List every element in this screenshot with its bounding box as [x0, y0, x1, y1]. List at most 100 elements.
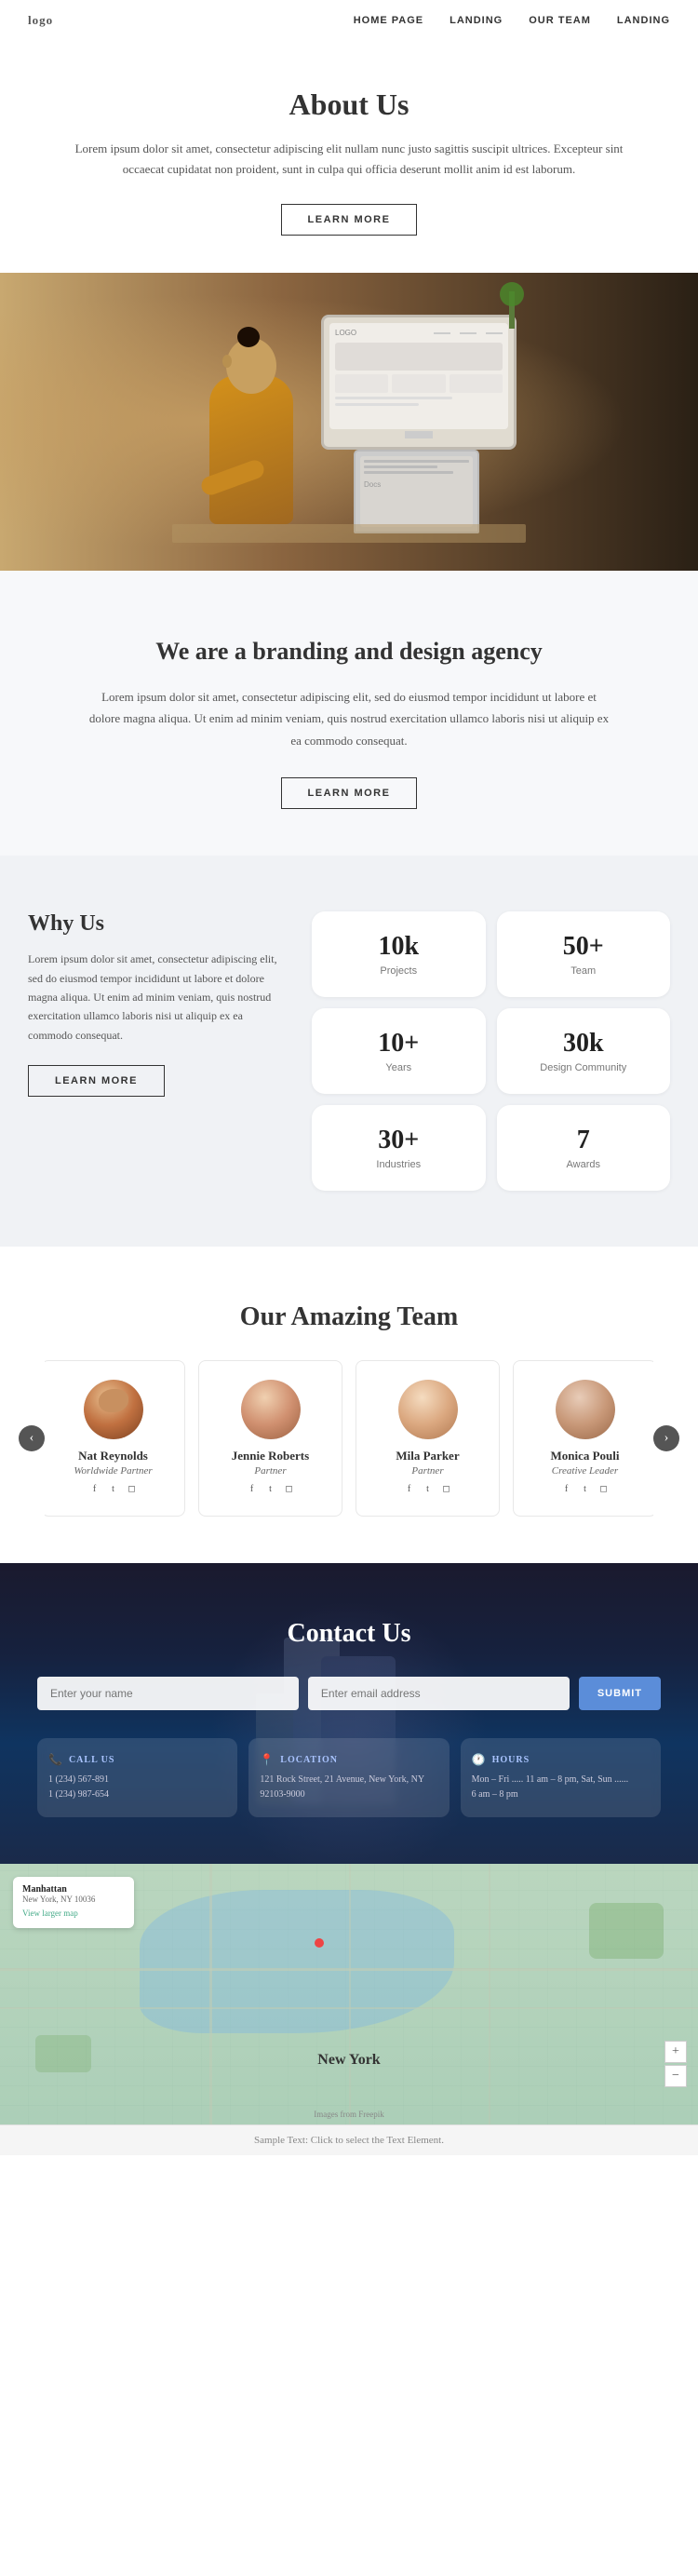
info-card-hours: 🕐 HOURS Mon – Fri ..... 11 am – 8 pm, Sa…: [461, 1738, 661, 1817]
contact-info-cards: 📞 CALL US 1 (234) 567-891 1 (234) 987-65…: [37, 1738, 661, 1817]
stat-awards-label: Awards: [516, 1159, 652, 1170]
team-name-nat: Nat Reynolds: [55, 1449, 171, 1463]
stat-projects-label: Projects: [330, 965, 467, 977]
stat-industries: 30+ Industries: [312, 1105, 486, 1191]
info-card-call-title: 📞 CALL US: [48, 1753, 226, 1767]
team-social-monica: f t ◻: [527, 1484, 643, 1497]
stat-projects: 10k Projects: [312, 911, 486, 997]
team-member-jennie: Jennie Roberts Partner f t ◻: [198, 1360, 342, 1517]
why-stats: 10k Projects 50+ Team 10+ Years 30k Desi…: [312, 911, 670, 1191]
instagram-icon-jennie[interactable]: ◻: [283, 1484, 296, 1497]
stat-community-label: Design Community: [516, 1062, 652, 1073]
team-cards: Nat Reynolds Worldwide Partner f t ◻ Jen…: [45, 1360, 653, 1517]
stat-team: 50+ Team: [497, 911, 671, 997]
map-location-title: Manhattan: [22, 1884, 125, 1895]
map-zoom-out[interactable]: −: [664, 2065, 687, 2087]
location-line1: 121 Rock Street, 21 Avenue, New York, NY: [260, 1773, 437, 1787]
twitter-icon-nat[interactable]: t: [107, 1484, 120, 1497]
team-carousel: ‹ Nat Reynolds Worldwide Partner f t ◻: [19, 1360, 679, 1517]
hours-line1: Mon – Fri ..... 11 am – 8 pm, Sat, Sun .…: [472, 1773, 650, 1787]
stat-community: 30k Design Community: [497, 1008, 671, 1094]
team-role-monica: Creative Leader: [527, 1465, 643, 1477]
team-role-jennie: Partner: [212, 1465, 329, 1477]
hero-image: LOGO: [0, 273, 698, 571]
about-description: Lorem ipsum dolor sit amet, consectetur …: [74, 139, 624, 180]
stat-years: 10+ Years: [312, 1008, 486, 1094]
sample-bar: Sample Text: Click to select the Text El…: [0, 2124, 698, 2155]
info-card-location-title: 📍 LOCATION: [260, 1753, 437, 1767]
twitter-icon-mila[interactable]: t: [422, 1484, 435, 1497]
location-line2: 92103-9000: [260, 1787, 437, 1802]
logo: logo: [28, 13, 53, 28]
facebook-icon-mila[interactable]: f: [403, 1484, 416, 1497]
team-name-mila: Mila Parker: [369, 1449, 486, 1463]
facebook-icon-nat[interactable]: f: [88, 1484, 101, 1497]
instagram-icon-mila[interactable]: ◻: [440, 1484, 453, 1497]
why-left: Why Us Lorem ipsum dolor sit amet, conse…: [28, 911, 284, 1191]
branding-title: We are a branding and design agency: [56, 636, 642, 668]
stat-team-number: 50+: [516, 932, 652, 962]
avatar-jennie: [241, 1380, 301, 1439]
why-description: Lorem ipsum dolor sit amet, consectetur …: [28, 950, 284, 1045]
avatar-mila: [398, 1380, 458, 1439]
about-title: About Us: [74, 88, 624, 122]
team-member-nat: Nat Reynolds Worldwide Partner f t ◻: [45, 1360, 185, 1517]
call-line2: 1 (234) 987-654: [48, 1787, 226, 1802]
why-section: Why Us Lorem ipsum dolor sit amet, conse…: [0, 856, 698, 1247]
avatar-monica: [556, 1380, 615, 1439]
stat-industries-number: 30+: [330, 1126, 467, 1155]
contact-form: SUBMIT: [37, 1677, 661, 1710]
stats-grid: 10k Projects 50+ Team 10+ Years 30k Desi…: [312, 911, 670, 1191]
branding-section: We are a branding and design agency Lore…: [0, 571, 698, 856]
call-line1: 1 (234) 567-891: [48, 1773, 226, 1787]
map-location-sub: New York, NY 10036: [22, 1895, 125, 1904]
map-view-larger[interactable]: View larger map: [22, 1908, 78, 1918]
info-card-call: 📞 CALL US 1 (234) 567-891 1 (234) 987-65…: [37, 1738, 237, 1817]
why-title: Why Us: [28, 911, 284, 937]
map-pin: [315, 1938, 324, 1948]
nav-our-team[interactable]: OUR TEAM: [529, 15, 591, 26]
contact-submit-button[interactable]: SUBMIT: [579, 1677, 661, 1710]
stat-projects-number: 10k: [330, 932, 467, 962]
twitter-icon-monica[interactable]: t: [579, 1484, 592, 1497]
map-controls: + −: [664, 2041, 687, 2087]
map-attribution: Images from Freepik: [314, 2110, 383, 2119]
team-name-monica: Monica Pouli: [527, 1449, 643, 1463]
team-section: Our Amazing Team ‹ Nat Reynolds Worldwid…: [0, 1247, 698, 1563]
facebook-icon-jennie[interactable]: f: [246, 1484, 259, 1497]
nav-links: HOME PAGE LANDING OUR TEAM LANDING: [354, 15, 670, 26]
avatar-nat: [84, 1380, 143, 1439]
why-learn-more-button[interactable]: LEARN MORE: [28, 1065, 165, 1097]
team-social-jennie: f t ◻: [212, 1484, 329, 1497]
info-card-hours-title: 🕐 HOURS: [472, 1753, 650, 1767]
nav-landing2[interactable]: LANDING: [617, 15, 670, 26]
team-role-nat: Worldwide Partner: [55, 1465, 171, 1477]
contact-email-input[interactable]: [308, 1677, 570, 1710]
contact-section: Contact Us SUBMIT 📞 CALL US 1 (234) 567-…: [0, 1563, 698, 1864]
stat-years-label: Years: [330, 1062, 467, 1073]
nav-landing1[interactable]: LANDING: [450, 15, 503, 26]
branding-learn-more-button[interactable]: LEARN MORE: [281, 777, 418, 809]
nav-home[interactable]: HOME PAGE: [354, 15, 423, 26]
phone-icon: 📞: [48, 1753, 63, 1767]
stat-community-number: 30k: [516, 1029, 652, 1059]
instagram-icon-nat[interactable]: ◻: [126, 1484, 139, 1497]
stat-awards-number: 7: [516, 1126, 652, 1155]
contact-name-input[interactable]: [37, 1677, 299, 1710]
map-location-box: Manhattan New York, NY 10036 View larger…: [13, 1877, 134, 1928]
clock-icon: 🕐: [472, 1753, 487, 1767]
sample-text: Sample Text: Click to select the Text El…: [254, 2135, 444, 2146]
team-member-mila: Mila Parker Partner f t ◻: [356, 1360, 500, 1517]
about-learn-more-button[interactable]: LEARN MORE: [281, 204, 418, 236]
map-zoom-in[interactable]: +: [664, 2041, 687, 2063]
instagram-icon-monica[interactable]: ◻: [597, 1484, 611, 1497]
contact-title: Contact Us: [37, 1619, 661, 1649]
navigation: logo HOME PAGE LANDING OUR TEAM LANDING: [0, 0, 698, 41]
map-city-label: New York: [317, 2052, 380, 2069]
team-prev-arrow[interactable]: ‹: [19, 1425, 45, 1451]
stat-years-number: 10+: [330, 1029, 467, 1059]
twitter-icon-jennie[interactable]: t: [264, 1484, 277, 1497]
team-next-arrow[interactable]: ›: [653, 1425, 679, 1451]
stat-team-label: Team: [516, 965, 652, 977]
facebook-icon-monica[interactable]: f: [560, 1484, 573, 1497]
